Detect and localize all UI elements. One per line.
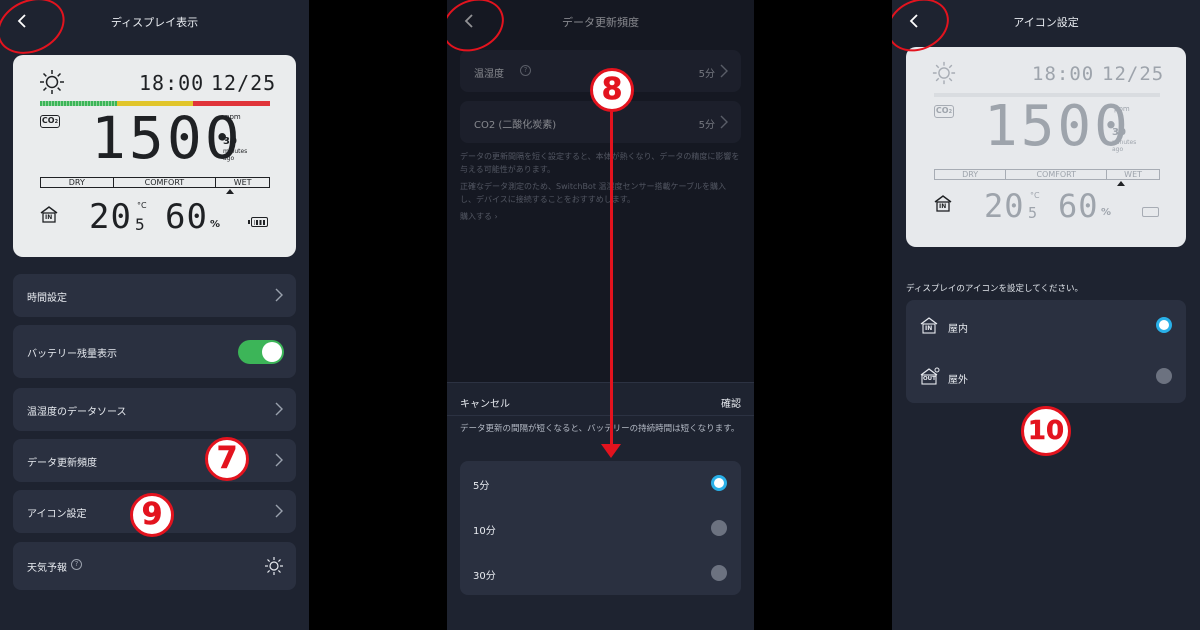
option-outdoor[interactable]: OUT 屋外 bbox=[906, 351, 1186, 403]
humidity-unit: % bbox=[210, 219, 221, 230]
co2-icon: CO2 bbox=[40, 115, 60, 128]
update-frequency-screen: データ更新頻度 温湿度 ? 5分 CO2 (二酸化炭素) 5分 データの更新間隔… bbox=[447, 0, 754, 630]
row-label: 天気予報 bbox=[27, 563, 67, 574]
comfort-wet: WET bbox=[233, 178, 252, 187]
option-indoor[interactable]: IN 屋内 bbox=[906, 300, 1186, 351]
humidity-unit: % bbox=[1101, 207, 1112, 218]
humidity-value: 60 bbox=[165, 197, 208, 237]
co2-value: 1500 bbox=[91, 104, 243, 172]
outdoor-icon: OUT bbox=[919, 367, 941, 385]
co2-unit: ppm bbox=[1114, 105, 1130, 113]
comfort-scale: DRY COMFORT WET bbox=[40, 177, 270, 188]
frequency-options: 5分 10分 30分 bbox=[460, 461, 741, 595]
cancel-button[interactable]: キャンセル bbox=[460, 395, 510, 410]
device-display-preview: 18:00 12/25 CO2 1500 ppm 30 minutes ago … bbox=[13, 55, 296, 257]
option-label: 30分 bbox=[473, 571, 496, 582]
sun-icon bbox=[932, 61, 956, 85]
temperature-decimal: 5 bbox=[1028, 204, 1039, 222]
date-readout: 12/25 bbox=[1102, 63, 1165, 85]
row-label: アイコン設定 bbox=[27, 509, 87, 520]
humidity-value: 60 bbox=[1058, 187, 1099, 225]
modal-overlay bbox=[447, 0, 754, 382]
display-settings-screen: ディスプレイ表示 18:00 12/25 CO2 1500 ppm 30 min… bbox=[0, 0, 309, 630]
minutes-ago-label: minutes bbox=[1112, 139, 1137, 146]
device-display-preview: 18:00 12/25 CO2 1500 ppm 30 minutes ago … bbox=[906, 47, 1186, 247]
co2-icon: CO2 bbox=[934, 105, 954, 118]
radio-selected[interactable] bbox=[711, 475, 727, 491]
confirm-button[interactable]: 確認 bbox=[721, 395, 741, 410]
update-frequency-row[interactable]: データ更新頻度 bbox=[13, 439, 296, 482]
option-label: 屋内 bbox=[948, 324, 968, 335]
sun-icon bbox=[265, 557, 283, 575]
annotation-arrowhead bbox=[601, 444, 621, 458]
step-badge-9: 9 bbox=[130, 493, 174, 537]
comfort-dry: DRY bbox=[935, 170, 1007, 179]
minutes-ago-number: 30 bbox=[223, 136, 237, 147]
icon-instruction: ディスプレイのアイコンを設定してください。 bbox=[906, 284, 1083, 294]
time-settings-row[interactable]: 時間設定 bbox=[13, 274, 296, 317]
minutes-ago-label: minutes bbox=[223, 148, 248, 155]
row-label: データ更新頻度 bbox=[27, 458, 97, 469]
battery-icon bbox=[1142, 207, 1159, 217]
option-label: 10分 bbox=[473, 526, 496, 537]
option-30min[interactable]: 30分 bbox=[460, 551, 741, 595]
chevron-right-icon bbox=[275, 288, 283, 302]
indoor-icon: IN bbox=[919, 316, 939, 334]
step-badge-8: 8 bbox=[590, 68, 634, 112]
comfort-wet: WET bbox=[1124, 170, 1143, 179]
co2-value: 1500 bbox=[984, 94, 1131, 159]
minutes-ago-number: 30 bbox=[1112, 127, 1126, 138]
comfort-pointer bbox=[226, 189, 234, 194]
temperature-value: 20 bbox=[984, 187, 1025, 225]
radio-unselected[interactable] bbox=[711, 520, 727, 536]
option-5min[interactable]: 5分 bbox=[460, 461, 741, 506]
battery-icon bbox=[248, 217, 268, 227]
ago-label: ago bbox=[223, 155, 235, 162]
comfort-comfort: COMFORT bbox=[114, 178, 217, 187]
step-badge-10: 10 bbox=[1021, 406, 1071, 456]
weather-forecast-row[interactable]: 天気予報 ? bbox=[13, 542, 296, 590]
help-icon[interactable]: ? bbox=[71, 559, 82, 570]
comfort-scale: DRY COMFORT WET bbox=[934, 169, 1160, 180]
chevron-right-icon bbox=[275, 453, 283, 467]
time-readout: 18:00 bbox=[1032, 63, 1095, 85]
battery-warning: データ更新の間隔が短くなると、バッテリーの持続時間は短くなります。 bbox=[460, 424, 740, 434]
temperature-unit: °C bbox=[1030, 191, 1040, 200]
battery-display-row: バッテリー残量表示 bbox=[13, 325, 296, 378]
temperature-decimal: 5 bbox=[135, 215, 146, 234]
date-readout: 12/25 bbox=[211, 71, 277, 95]
indoor-icon: IN bbox=[39, 205, 59, 227]
radio-unselected[interactable] bbox=[1156, 368, 1172, 384]
icon-settings-screen: アイコン設定 18:00 12/25 CO2 1500 ppm 30 minut… bbox=[892, 0, 1200, 630]
temperature-unit: °C bbox=[137, 201, 147, 210]
temperature-value: 20 bbox=[89, 197, 132, 237]
indoor-icon: IN bbox=[933, 194, 953, 216]
option-label: 屋外 bbox=[948, 375, 968, 386]
option-10min[interactable]: 10分 bbox=[460, 506, 741, 551]
annotation-arrow bbox=[610, 108, 613, 446]
ago-label: ago bbox=[1112, 146, 1124, 153]
frequency-picker-sheet: キャンセル 確認 データ更新の間隔が短くなると、バッテリーの持続時間は短くなりま… bbox=[447, 382, 754, 630]
sheet-divider bbox=[447, 415, 754, 416]
chevron-right-icon bbox=[275, 402, 283, 416]
row-label: 温湿度のデータソース bbox=[27, 407, 127, 418]
comfort-pointer bbox=[1117, 181, 1125, 186]
time-readout: 18:00 bbox=[139, 71, 205, 95]
radio-unselected[interactable] bbox=[711, 565, 727, 581]
radio-selected[interactable] bbox=[1156, 317, 1172, 333]
comfort-comfort: COMFORT bbox=[1006, 170, 1108, 179]
row-label: バッテリー残量表示 bbox=[27, 349, 117, 360]
battery-toggle[interactable] bbox=[238, 340, 284, 364]
comfort-dry: DRY bbox=[41, 178, 114, 187]
co2-unit: ppm bbox=[225, 113, 241, 121]
option-label: 5分 bbox=[473, 481, 490, 492]
chevron-right-icon bbox=[275, 504, 283, 518]
sun-icon bbox=[40, 70, 64, 94]
icon-options: IN 屋内 OUT 屋外 bbox=[906, 300, 1186, 403]
row-label: 時間設定 bbox=[27, 293, 67, 304]
step-badge-7: 7 bbox=[205, 437, 249, 481]
data-source-row[interactable]: 温湿度のデータソース bbox=[13, 388, 296, 431]
